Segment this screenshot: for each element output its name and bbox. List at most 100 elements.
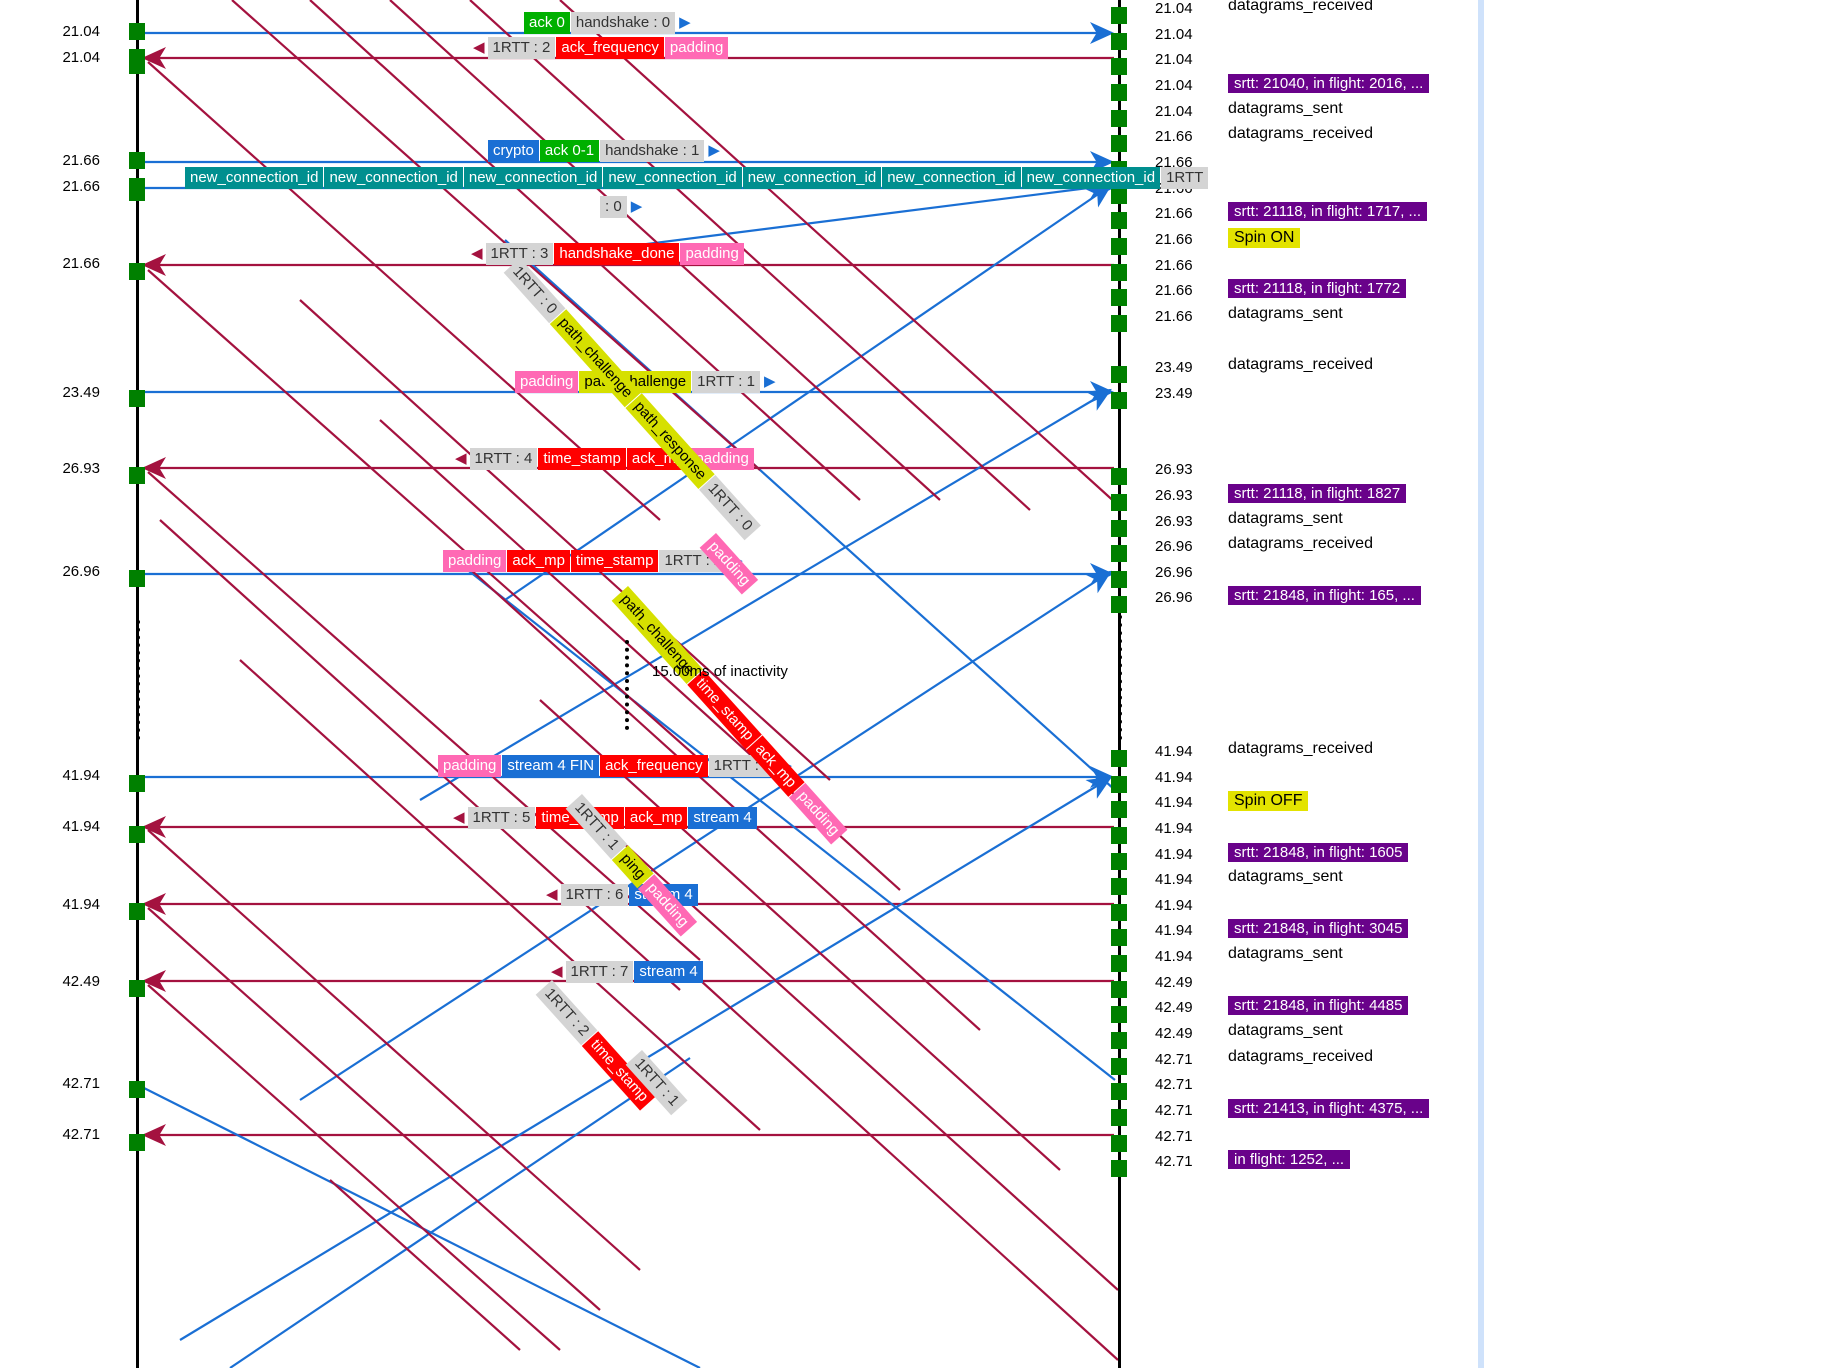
server-timestamp: 23.49 (1155, 359, 1193, 376)
event-tick (1111, 1160, 1127, 1177)
frame-chip: ack_mp (624, 807, 688, 829)
client-timestamp: 42.71 (62, 1075, 100, 1092)
event-tick (1111, 392, 1127, 409)
frame-chip: padding (664, 37, 729, 59)
server-lifeline-inactivity (1118, 615, 1122, 740)
server-timestamp: 41.94 (1155, 820, 1193, 837)
event-tick (129, 1134, 145, 1151)
arrow-left-icon: ◀ (453, 809, 465, 826)
client-timestamp: 41.94 (62, 896, 100, 913)
frame-chip: ack 0 (524, 12, 570, 34)
srtt-badge: srtt: 21413, in flight: 4375, ... (1228, 1099, 1430, 1118)
server-timestamp: 42.71 (1155, 1076, 1193, 1093)
server-timestamp: 26.93 (1155, 487, 1193, 504)
spin-badge: Spin ON (1228, 228, 1301, 248)
event-tick (1111, 33, 1127, 50)
log-entry: datagrams_sent (1228, 1022, 1343, 1039)
event-tick (1111, 1058, 1127, 1075)
client-timestamp: 42.71 (62, 1126, 100, 1143)
frame-chip: new_connection_id (603, 167, 742, 189)
event-tick (1111, 520, 1127, 537)
log-entry: datagrams_received (1228, 740, 1373, 757)
event-tick (1111, 468, 1127, 485)
event-tick (1111, 494, 1127, 511)
event-tick (1111, 801, 1127, 818)
event-tick (129, 467, 145, 484)
event-tick (1111, 58, 1127, 75)
event-tick (129, 903, 145, 920)
server-timestamp: 21.04 (1155, 0, 1193, 17)
packet-label: ◀ 1RTT : 2 ack_frequency padding (470, 37, 729, 59)
event-tick (1111, 571, 1127, 588)
server-timestamp: 41.94 (1155, 922, 1193, 939)
connection-wires (137, 0, 1119, 1368)
frame-chip: 1RTT : 2 (487, 37, 556, 59)
frame-chip: stream 4 FIN (502, 755, 600, 777)
event-tick (1111, 1032, 1127, 1049)
log-entry: datagrams_sent (1228, 868, 1343, 885)
event-tick (129, 152, 145, 169)
event-tick (129, 1081, 145, 1098)
event-tick (1111, 315, 1127, 332)
packet-label: ack 0 handshake : 0 ▶ (524, 12, 694, 34)
sequence-diagram-canvas: 21.04 21.04 21.66 21.66 21.66 23.49 26.93 26.96… (0, 0, 1836, 1368)
client-timestamp: 21.66 (62, 255, 100, 272)
client-timestamp: 21.66 (62, 152, 100, 169)
frame-chip: 1RTT : 4 (469, 448, 538, 470)
arrow-left-icon: ◀ (455, 450, 467, 467)
server-timestamp: 26.96 (1155, 538, 1193, 555)
srtt-badge: srtt: 21118, in flight: 1717, ... (1228, 202, 1428, 221)
frame-chip: handshake : 1 (600, 140, 705, 162)
frame-chip: time_stamp (570, 550, 659, 572)
packet-label: crypto ack 0-1 handshake : 1 ▶ (488, 140, 723, 162)
frame-chip: stream 4 (688, 807, 757, 829)
client-timestamp: 26.96 (62, 563, 100, 580)
packet-label: paddingack_mptime_stamp1RTT : 2▶ (443, 550, 746, 572)
frame-chip: padding (438, 755, 502, 777)
log-entry: datagrams_sent (1228, 100, 1343, 117)
client-timestamp: 21.04 (62, 23, 100, 40)
arrow-right-icon: ▶ (630, 198, 643, 215)
frame-chip: new_connection_id (882, 167, 1021, 189)
packet-label: ◀ 1RTT : 7 stream 4 (548, 961, 703, 983)
packet-label: : 0 ▶ (600, 196, 645, 218)
log-entry: datagrams_sent (1228, 305, 1343, 322)
frame-chip: 1RTT : 1 (692, 371, 760, 393)
server-timestamp: 26.93 (1155, 513, 1193, 530)
event-tick (1111, 853, 1127, 870)
event-tick (129, 263, 145, 280)
server-timestamp: 26.93 (1155, 461, 1193, 478)
server-timestamp: 41.94 (1155, 948, 1193, 965)
frame-chip: new_connection_id (185, 167, 324, 189)
server-timestamp: 26.96 (1155, 589, 1193, 606)
server-timestamp: 42.49 (1155, 999, 1193, 1016)
srtt-badge: srtt: 21040, in flight: 2016, ... (1228, 74, 1430, 93)
frame-chip: ack_frequency (556, 37, 664, 59)
inactivity-gap-marker (625, 640, 629, 730)
client-timestamp: 21.66 (62, 178, 100, 195)
server-timestamp: 21.66 (1155, 128, 1193, 145)
server-timestamp: 21.66 (1155, 282, 1193, 299)
frame-chip: crypto (488, 140, 539, 162)
server-timestamp: 21.66 (1155, 231, 1193, 248)
frame-chip: new_connection_id (1021, 167, 1161, 189)
arrow-left-icon: ◀ (471, 245, 483, 262)
packet-label: new_connection_id new_connection_id new_co… (185, 167, 1209, 189)
arrow-right-icon: ▶ (679, 14, 691, 31)
event-tick (1111, 289, 1127, 306)
event-tick (1111, 110, 1127, 127)
srtt-badge: srtt: 21848, in flight: 4485 (1228, 996, 1409, 1015)
srtt-badge: srtt: 21848, in flight: 3045 (1228, 919, 1409, 938)
server-timestamp: 21.04 (1155, 103, 1193, 120)
inactivity-note: 15.00ms of inactivity (652, 663, 788, 680)
packet-label: padding path_challenge 1RTT : 1 ▶ (515, 371, 779, 393)
frame-chip: new_connection_id (324, 167, 463, 189)
server-timestamp: 41.94 (1155, 743, 1193, 760)
frame-chip: 1RTT : 5 (467, 807, 536, 829)
server-timestamp: 41.94 (1155, 846, 1193, 863)
event-tick (1111, 212, 1127, 229)
srtt-badge: in flight: 1252, ... (1228, 1150, 1351, 1169)
frame-chip: 1RTT : 6 (560, 884, 629, 906)
arrow-left-icon: ◀ (546, 886, 558, 903)
frame-chip: ack 0-1 (539, 140, 600, 162)
